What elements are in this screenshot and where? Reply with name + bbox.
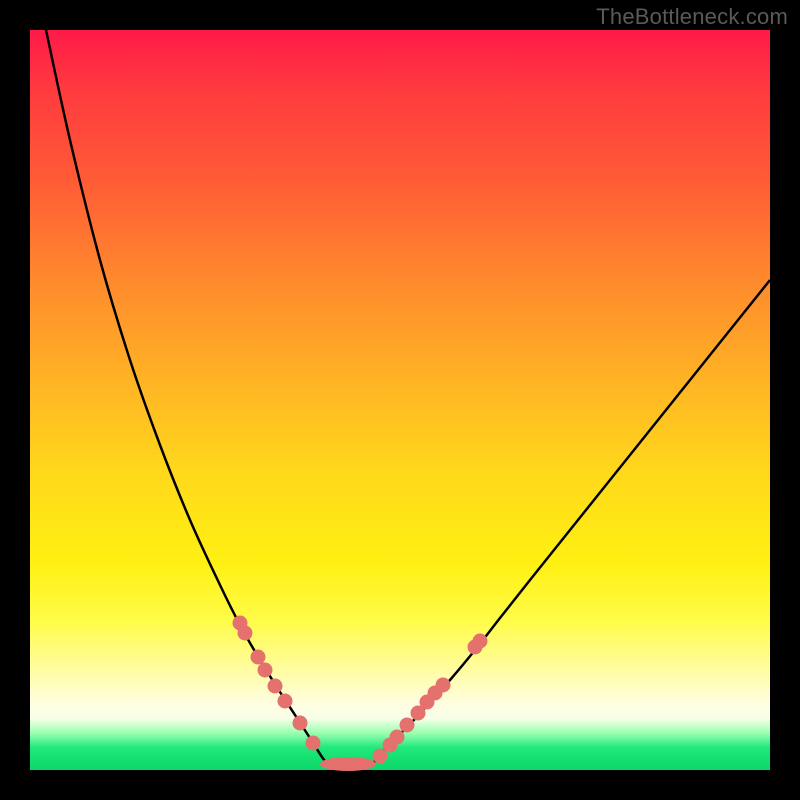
- chart-svg: [30, 30, 770, 770]
- data-points-right: [373, 634, 488, 764]
- data-point: [268, 679, 283, 694]
- watermark-text: TheBottleneck.com: [596, 4, 788, 30]
- chart-frame: TheBottleneck.com: [0, 0, 800, 800]
- data-points-left: [233, 616, 321, 751]
- plateau-blob: [320, 757, 376, 771]
- data-point: [278, 694, 293, 709]
- data-point: [436, 678, 451, 693]
- data-point: [306, 736, 321, 751]
- data-point: [390, 730, 405, 745]
- chart-plot-area: [30, 30, 770, 770]
- data-point: [238, 626, 253, 641]
- data-point: [473, 634, 488, 649]
- data-point: [251, 650, 266, 665]
- data-point: [258, 663, 273, 678]
- data-point: [293, 716, 308, 731]
- data-point: [400, 718, 415, 733]
- left-branch-curve: [46, 30, 328, 765]
